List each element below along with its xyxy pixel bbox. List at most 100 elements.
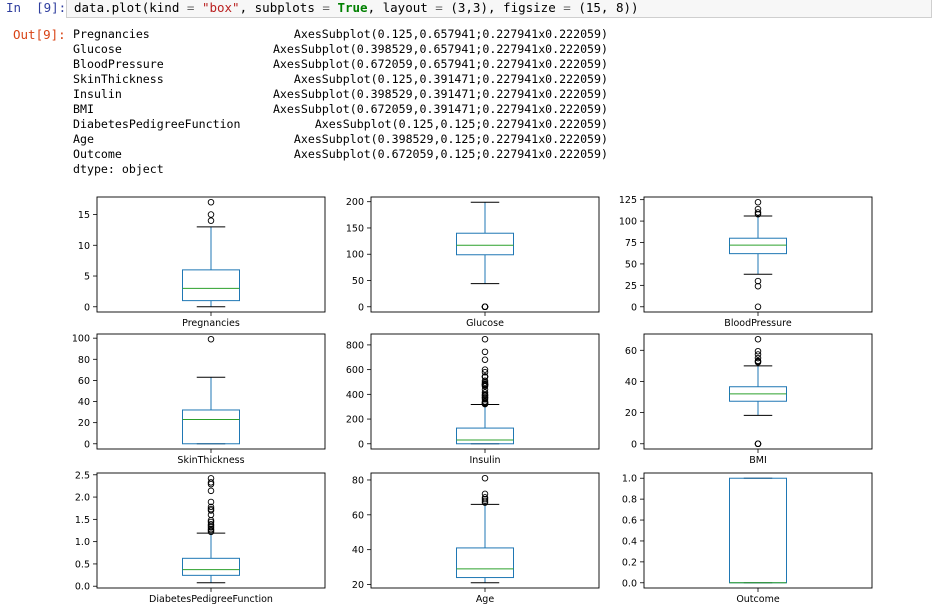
output-row: Insulin AxesSubplot(0.398529,0.391471;0.2…	[73, 87, 608, 102]
outlier-point	[754, 347, 762, 355]
subplot-bloodpressure: 0 25 50 75 100 125 BloodPressure	[619, 195, 873, 329]
y-tick-label: 0.0	[75, 582, 90, 593]
output-prompt: Out[9]:	[13, 27, 66, 42]
outlier-point	[207, 487, 215, 495]
output-rows: Pregnancies AxesSubplot(0.125,0.657941;0.…	[73, 27, 608, 162]
y-tick-label: 50	[352, 276, 364, 287]
y-tick-label: 75	[625, 238, 637, 249]
boxplot-figure: 051015Pregnancies050100150200Glucose0255…	[72, 195, 873, 605]
y-tick-label: 0	[84, 439, 90, 450]
output-row: BloodPressure AxesSubplot(0.672059,0.6579…	[73, 57, 608, 72]
y-tick-label: 60	[78, 376, 90, 387]
output-row: DiabetesPedigreeFunction AxesSubplot(0.12…	[73, 117, 608, 132]
x-tick-label: Outcome	[736, 594, 780, 605]
outlier-point	[754, 335, 762, 343]
subplot-bmi: 0 20 40 60 BMI	[625, 333, 873, 466]
subplot-insulin: 0 200 400 600 800 Insulin	[346, 333, 600, 466]
iqr-box	[182, 557, 240, 576]
iqr-box	[456, 547, 514, 579]
x-tick-label: Pregnancies	[182, 318, 240, 329]
output-row-key: Glucose	[73, 42, 122, 56]
outlier-point	[207, 198, 215, 206]
y-tick-label: 125	[619, 195, 637, 206]
iqr-box	[456, 232, 514, 256]
y-tick-label: 0	[358, 439, 364, 450]
code-token: , figsize	[488, 0, 564, 15]
output-row-key: BloodPressure	[73, 57, 164, 71]
code-string: "box"	[201, 0, 240, 15]
x-tick-label: BMI	[749, 455, 767, 466]
y-tick-label: 20	[352, 580, 364, 591]
outlier-point	[754, 440, 762, 448]
y-tick-label: 60	[625, 346, 637, 357]
iqr-box	[729, 477, 787, 584]
subplot-outcome: 0.0 0.2 0.4 0.6 0.8 1.0 Outcome	[622, 472, 873, 605]
y-tick-label: 0	[631, 302, 637, 313]
y-tick-label: 0	[84, 302, 90, 313]
iqr-box	[729, 237, 787, 255]
outlier-point	[481, 348, 489, 356]
output-row-value: AxesSubplot(0.672059,0.125;0.227941x0.22…	[293, 147, 608, 161]
code-input-area[interactable]: data.plot(kind = "box", subplots = True,…	[66, 0, 932, 18]
output-row: Age AxesSubplot(0.398529,0.125;0.227941x0…	[73, 132, 608, 147]
outlier-point	[754, 198, 762, 206]
outlier-point	[754, 303, 762, 311]
y-tick-label: 50	[625, 259, 637, 270]
iqr-box	[182, 409, 240, 445]
axes-frame	[643, 333, 873, 450]
output-row-value: AxesSubplot(0.398529,0.391471;0.227941x0…	[272, 87, 608, 101]
output-row-key: Insulin	[73, 87, 122, 101]
x-tick-label: Age	[476, 594, 495, 605]
y-tick-label: 100	[72, 334, 90, 345]
y-tick-label: 0.6	[622, 516, 637, 527]
output-row-value: AxesSubplot(0.398529,0.125;0.227941x0.22…	[293, 132, 608, 146]
code-operator: =	[186, 0, 195, 15]
y-tick-label: 2.5	[75, 470, 90, 481]
y-tick-label: 150	[346, 223, 364, 234]
y-tick-label: 20	[78, 418, 90, 429]
y-tick-label: 200	[346, 415, 364, 426]
x-tick-label: SkinThickness	[177, 455, 244, 466]
input-prompt: In [9]:	[6, 0, 67, 15]
subplot-glucose: 0 50 100 150 200 Glucose	[346, 196, 600, 329]
code-token: , subplots	[239, 0, 323, 15]
outlier-point	[207, 475, 215, 482]
outlier-point	[481, 474, 489, 482]
subplot-diabetespedigreefunction: 0.0 0.5 1.0 1.5 2.0 2.5 DiabetesPedigreeFuncti…	[75, 470, 326, 605]
code-operator: =	[435, 0, 443, 15]
output-row-value: AxesSubplot(0.398529,0.657941;0.227941x0…	[272, 42, 608, 56]
x-tick-label: Insulin	[469, 455, 500, 466]
output-row: Pregnancies AxesSubplot(0.125,0.657941;0.…	[73, 27, 608, 42]
output-row-key: Pregnancies	[73, 27, 150, 41]
iqr-box	[456, 427, 514, 445]
code-token: (15, 8))	[578, 0, 639, 15]
outlier-point	[481, 303, 489, 311]
output-row-value: AxesSubplot(0.672059,0.657941;0.227941x0…	[272, 57, 608, 71]
code-keyword: True	[337, 0, 368, 15]
y-tick-label: 0.0	[622, 578, 637, 589]
y-tick-label: 200	[346, 197, 364, 208]
output-row-key: Outcome	[73, 147, 122, 161]
y-tick-label: 800	[346, 340, 364, 351]
y-tick-label: 20	[625, 408, 637, 419]
y-tick-label: 40	[352, 545, 364, 556]
y-tick-label: 80	[352, 475, 364, 486]
y-tick-label: 1.5	[75, 515, 90, 526]
output-row: BMI AxesSubplot(0.672059,0.391471;0.22794…	[73, 102, 608, 117]
code-operator: =	[322, 0, 330, 15]
y-tick-label: 40	[78, 397, 90, 408]
iqr-box	[182, 269, 240, 302]
output-row-key: SkinThickness	[73, 72, 164, 86]
output-row: SkinThickness AxesSubplot(0.125,0.391471;…	[73, 72, 608, 87]
y-tick-label: 600	[346, 365, 364, 376]
outlier-point	[481, 335, 489, 343]
x-tick-label: DiabetesPedigreeFunction	[149, 594, 273, 605]
outlier-point	[207, 211, 215, 218]
y-tick-label: 400	[346, 390, 364, 401]
axes-frame	[643, 472, 873, 589]
subplot-skinthickness: 0 20 40 60 80 100 SkinThickness	[72, 333, 326, 466]
subplot-age: 20 40 60 80 Age	[352, 472, 600, 605]
y-tick-label: 100	[619, 217, 637, 228]
output-row-value: AxesSubplot(0.672059,0.391471;0.227941x0…	[272, 102, 608, 116]
output-text: Pregnancies AxesSubplot(0.125,0.657941;0.…	[73, 27, 608, 177]
